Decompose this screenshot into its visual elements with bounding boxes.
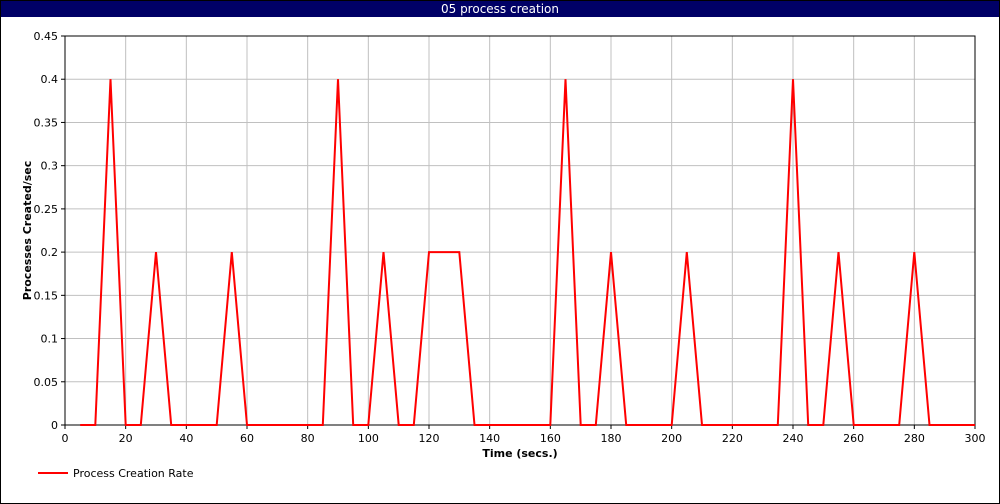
grid-lines (64, 35, 976, 426)
x-tick-label: 140 (479, 432, 500, 445)
x-tick-label: 220 (722, 432, 743, 445)
x-tick-label: 120 (419, 432, 440, 445)
x-tick-label: 40 (179, 432, 193, 445)
y-tick-label: 0.35 (34, 116, 59, 129)
y-axis-title: Processes Created/sec (21, 161, 34, 300)
y-tick-label: 0.2 (41, 246, 59, 259)
y-tick-label: 0.05 (34, 376, 59, 389)
x-tick-label: 20 (119, 432, 133, 445)
x-tick-label: 280 (904, 432, 925, 445)
plot-area-border (64, 35, 976, 426)
y-tick-label: 0.3 (41, 160, 59, 173)
y-tick-label: 0.45 (34, 30, 59, 43)
x-tick-label: 160 (540, 432, 561, 445)
x-tick-label: 200 (661, 432, 682, 445)
y-tick-label: 0.15 (34, 289, 59, 302)
line-chart: 0 20 40 60 80 100 120 140 160 180 200 220 240 260 280 3… (21, 30, 986, 480)
x-tick-label: 80 (301, 432, 315, 445)
x-axis-title: Time (secs.) (482, 447, 557, 460)
legend: Process Creation Rate (38, 467, 194, 480)
x-tick-label: 100 (358, 432, 379, 445)
y-tick-label: 0 (51, 419, 58, 432)
x-tick-label: 180 (601, 432, 622, 445)
x-tick-label: 0 (62, 432, 69, 445)
x-tick-label: 300 (965, 432, 986, 445)
x-tick-label: 240 (783, 432, 804, 445)
x-tick-label: 60 (240, 432, 254, 445)
y-tick-label: 0.4 (41, 73, 59, 86)
x-tick-label: 260 (843, 432, 864, 445)
y-tick-label: 0.25 (34, 203, 59, 216)
y-tick-label: 0.1 (41, 333, 59, 346)
legend-label: Process Creation Rate (73, 467, 194, 480)
axis-ticks: 0 20 40 60 80 100 120 140 160 180 200 220 240 260 280 3… (34, 30, 986, 445)
